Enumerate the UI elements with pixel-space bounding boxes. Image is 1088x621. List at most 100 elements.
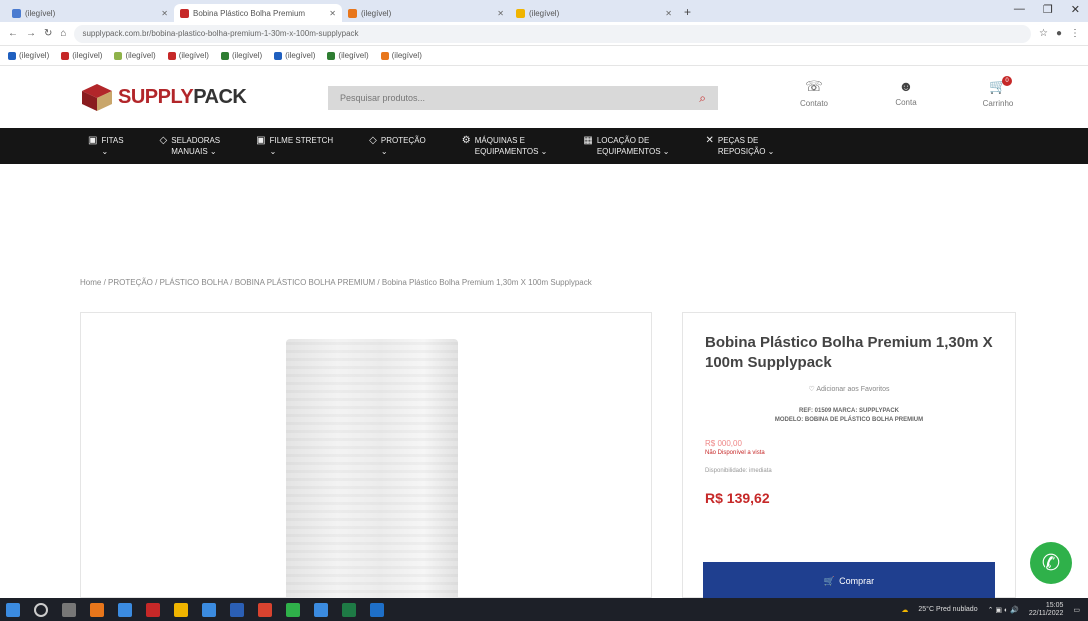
app-icon-4[interactable]: [202, 602, 216, 617]
browser-tab[interactable]: (ilegível) ✕: [6, 4, 174, 22]
nav-item-label: Filme Stretch: [269, 136, 334, 145]
nav-item-icon: ⚙: [461, 135, 471, 146]
header-action-label: Contato: [799, 99, 829, 108]
bookmark-label: (ilegível): [72, 51, 103, 60]
bookmark-item[interactable]: (ilegível): [380, 51, 422, 60]
whatsapp-button[interactable]: ✆: [1030, 542, 1072, 584]
close-icon[interactable]: ✕: [1071, 3, 1080, 16]
nav-item-sublabel: Reposição ⌄: [717, 147, 775, 156]
browser-tab[interactable]: (ilegível) ✕: [510, 4, 678, 22]
product-image-bubble-wrap-roll[interactable]: [286, 339, 458, 601]
search-placeholder: Pesquisar produtos...: [340, 93, 426, 103]
site-logo[interactable]: SUPPLYPACK: [80, 82, 320, 112]
tab-strip: (ilegível) ✕ Bobina Plástico Bolha Premium…: [6, 4, 678, 22]
reload-icon[interactable]: ↻: [44, 28, 52, 39]
nav-item-icon: ▣: [88, 135, 98, 146]
breadcrumb[interactable]: Home / PROTEÇÃO / PLÁSTICO BOLHA / BOBIN…: [80, 278, 592, 287]
bookmark-label: (ilegível): [231, 51, 263, 60]
tab-close-icon[interactable]: ✕: [161, 9, 168, 18]
forward-icon[interactable]: →: [26, 28, 36, 39]
bookmark-favicon-icon: [380, 51, 389, 60]
clock[interactable]: 15:05 22/11/2022: [1029, 602, 1064, 618]
search-input[interactable]: Pesquisar produtos... ⌕: [328, 86, 718, 110]
app-icon-1[interactable]: [90, 602, 104, 617]
maximize-icon[interactable]: ❐: [1043, 3, 1053, 16]
app-icon-5[interactable]: [314, 602, 328, 617]
tab-close-icon[interactable]: ✕: [329, 9, 336, 18]
nav-item[interactable]: ◇ Seladoras Manuais ⌄: [160, 135, 257, 157]
header-action-2[interactable]: 🛒 Carrinho 0: [974, 76, 1022, 108]
bookmark-label: (ilegível): [391, 51, 422, 60]
windows-start-icon[interactable]: [6, 602, 20, 617]
bookmark-item[interactable]: (ilegível): [114, 51, 156, 60]
bookmark-label: (ilegível): [19, 51, 50, 60]
site-header: SUPPLYPACK Pesquisar produtos... ⌕ ☏ Cont…: [0, 66, 1088, 128]
file-explorer-icon[interactable]: [174, 602, 188, 617]
whatsapp-taskbar-icon[interactable]: [286, 602, 300, 617]
logo-prefix: SUPPLY: [118, 85, 194, 108]
outlook-icon[interactable]: [370, 602, 384, 617]
notification-icon[interactable]: ▭: [1073, 606, 1080, 614]
bookmark-item[interactable]: (ilegível): [61, 51, 102, 60]
tab-close-icon[interactable]: ✕: [665, 9, 672, 18]
nav-item-sublabel: Manuais ⌄: [171, 147, 217, 156]
header-action-label: Conta: [895, 98, 917, 107]
nav-item[interactable]: ◇ Proteção ⌄: [369, 135, 462, 157]
nav-item-sublabel: ⌄: [380, 147, 388, 156]
home-icon[interactable]: ⌂: [60, 28, 66, 39]
nav-item[interactable]: ✕ Peças de Reposição ⌄: [705, 135, 810, 157]
bookmark-item[interactable]: (ilegível): [220, 51, 263, 60]
window-controls: — ❐ ✕: [1014, 3, 1080, 16]
cart-count-badge: 0: [1002, 76, 1012, 86]
nav-item-icon: ◇: [369, 135, 377, 146]
nav-item[interactable]: ▦ Locação de Equipamentos ⌄: [583, 135, 705, 157]
url-text: supplypack.com.br/bobina-plastico-bolha-…: [82, 29, 359, 38]
nav-item[interactable]: ▣ Filme Stretch ⌄: [256, 135, 369, 157]
profile-icon[interactable]: ●: [1056, 28, 1062, 39]
availability: Disponibilidade: imediata: [705, 468, 772, 474]
browser-tab[interactable]: Bobina Plástico Bolha Premium ✕: [174, 4, 342, 22]
weather-icon[interactable]: ☁: [901, 606, 908, 614]
product-meta: REF: 01509 MARCA: SUPPLYPACK MODELO: BOB…: [705, 407, 993, 425]
bookmark-item[interactable]: (ilegível): [274, 51, 315, 60]
weather-text[interactable]: 25°C Pred nublado: [918, 606, 977, 613]
product-ref: REF: 01509 MARCA: SUPPLYPACK: [798, 408, 900, 414]
search-taskbar-icon[interactable]: [34, 602, 48, 617]
app-icon-2[interactable]: [118, 602, 132, 617]
search-icon[interactable]: ⌕: [699, 91, 706, 106]
word-icon[interactable]: [230, 602, 244, 617]
back-icon[interactable]: ←: [8, 28, 18, 39]
system-tray: ☁ 25°C Pred nublado ⌃ ▣ ◐ 🔊 15:05 22/11/…: [901, 602, 1088, 618]
buy-button[interactable]: 🛒 Comprar: [703, 562, 995, 600]
excel-icon[interactable]: [342, 602, 356, 617]
nav-item-label: Peças de: [717, 136, 759, 145]
tab-close-icon[interactable]: ✕: [497, 9, 504, 18]
nav-item-sublabel: Equipamentos ⌄: [474, 147, 548, 156]
address-bar-row: ← → ↻ ⌂ supplypack.com.br/bobina-plastic…: [0, 22, 1088, 46]
nav-item-icon: ✕: [705, 135, 714, 146]
menu-icon[interactable]: ⋮: [1070, 28, 1080, 39]
bookmark-item[interactable]: (ilegível): [327, 51, 369, 60]
app-icon-3[interactable]: [146, 602, 160, 617]
header-action-1[interactable]: ☻ Conta: [882, 78, 930, 108]
nav-item-label: Fitas: [101, 136, 124, 145]
bookmark-item[interactable]: (ilegível): [8, 51, 49, 60]
url-field[interactable]: supplypack.com.br/bobina-plastico-bolha-…: [74, 24, 1031, 43]
bookmark-item[interactable]: (ilegível): [167, 51, 209, 60]
tab-title: (ilegível): [25, 8, 56, 18]
tray-icons[interactable]: ⌃ ▣ ◐ 🔊: [988, 606, 1019, 614]
product-info-panel: Bobina Plástico Bolha Premium 1,30m X 10…: [682, 312, 1016, 600]
header-action-0[interactable]: ☏ Contato: [790, 78, 838, 108]
add-to-favorites-link[interactable]: ♡ Adicionar aos Favoritos: [705, 385, 993, 393]
nav-item[interactable]: ⚙ Máquinas e Equipamentos ⌄: [462, 135, 584, 157]
bookmark-favicon-icon: [8, 51, 16, 60]
browser-tab[interactable]: (ilegível) ✕: [342, 4, 510, 22]
nav-item[interactable]: ▣ Fitas ⌄: [88, 135, 160, 157]
chrome-icon[interactable]: [258, 602, 272, 617]
new-tab-button[interactable]: +: [684, 5, 691, 19]
minimize-icon[interactable]: —: [1014, 3, 1025, 16]
task-view-icon[interactable]: [62, 602, 76, 617]
star-icon[interactable]: ☆: [1039, 28, 1048, 39]
header-action-label: Carrinho: [982, 99, 1014, 108]
os-taskbar: ☁ 25°C Pred nublado ⌃ ▣ ◐ 🔊 15:05 22/11/…: [0, 598, 1088, 621]
